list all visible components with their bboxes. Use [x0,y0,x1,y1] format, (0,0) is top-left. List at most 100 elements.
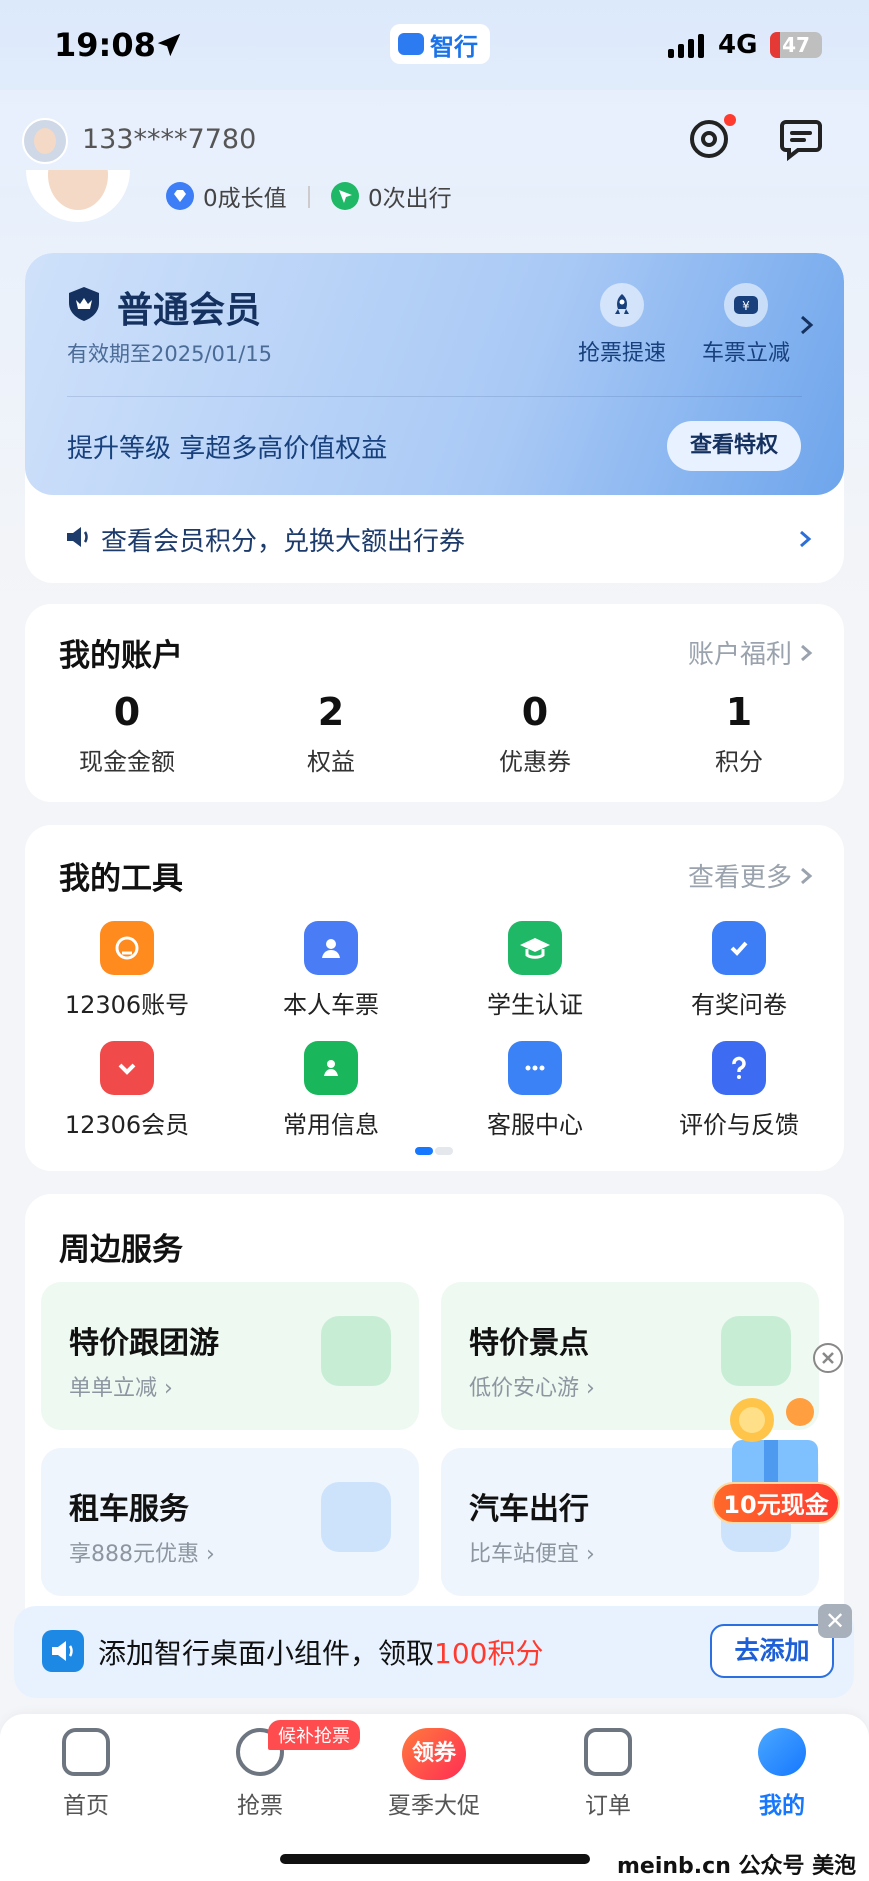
tool-label: 12306账号 [64,991,190,1019]
signal-icon [668,34,704,58]
tool-my-tickets[interactable]: 本人车票 [229,921,433,1020]
tab-mine[interactable]: 我的 [722,1728,842,1820]
location-arrow-icon [157,33,181,57]
tool-label: 12306会员 [64,1111,190,1139]
member-banner[interactable]: 普通会员 有效期至2025/01/15 抢票提速 ¥ 车票立减 提升等级 享超多… [25,253,844,495]
profile-icon [758,1728,806,1776]
tab-label: 抢票 [237,1793,283,1819]
status-bar: 19:08 智行 4G 47 [0,0,869,90]
perk-speed-label: 抢票提速 [577,341,666,366]
pager-dot [435,1147,453,1155]
service-title: 特价跟团游 [69,1326,219,1361]
app-switch-pill[interactable]: 智行 [390,24,490,64]
question-mark-icon [712,1041,766,1095]
home-indicator [280,1854,590,1864]
tool-survey[interactable]: 有奖问卷 [637,921,841,1020]
trips-label: 0次出行 [368,186,452,212]
tab-label: 订单 [585,1793,631,1819]
svg-text:¥: ¥ [742,299,750,313]
megaphone-icon [42,1630,84,1672]
view-privileges-button[interactable]: 查看特权 [667,421,801,471]
cash-value: 0 [113,690,141,734]
perk-ticket-discount[interactable]: ¥ 车票立减 [691,283,801,367]
account-points[interactable]: 1 积分 [637,690,841,777]
tool-label: 评价与反馈 [679,1111,799,1139]
tool-12306-account[interactable]: 12306账号 [25,921,229,1020]
widget-promo-text: 添加智行桌面小组件，领取100积分 [98,1637,544,1670]
watermark-text: meinb.cn 公众号 美泡君 [617,1854,857,1879]
coupons-label: 优惠券 [499,748,571,776]
member-level-title: 普通会员 [117,290,262,331]
member-promo-text: 提升等级 享超多高价值权益 [67,434,388,464]
service-title: 租车服务 [69,1492,189,1527]
tab-home[interactable]: 首页 [26,1728,146,1820]
service-subtitle: 低价安心游 › [469,1376,595,1401]
waitlist-badge: 候补抢票 [268,1720,360,1750]
add-widget-button[interactable]: 去添加 [710,1624,834,1678]
cash-label: 现金金额 [79,748,175,776]
tools-pager[interactable] [415,1147,453,1155]
service-group-tour[interactable]: 特价跟团游 单单立减 › [41,1282,419,1430]
tab-label: 我的 [759,1793,805,1819]
account-rights[interactable]: 2 权益 [229,690,433,777]
perk-speed-boost[interactable]: 抢票提速 [567,283,677,367]
points-value: 1 [725,690,753,734]
message-icon[interactable] [778,116,824,162]
tool-common-info[interactable]: 常用信息 [229,1041,433,1140]
tool-feedback[interactable]: 评价与反馈 [637,1041,841,1140]
member-card: 普通会员 有效期至2025/01/15 抢票提速 ¥ 车票立减 提升等级 享超多… [25,253,844,583]
scenery-icon [721,1316,791,1386]
notification-dot [724,114,736,126]
tool-label: 客服中心 [487,1111,583,1139]
tool-label: 本人车票 [283,991,379,1019]
service-subtitle: 比车站便宜 › [469,1542,595,1567]
cash-coupon-label[interactable]: 10元现金 [712,1482,840,1524]
app-label: 智行 [430,32,478,61]
tools-more-link[interactable]: 查看更多 [688,857,814,894]
service-subtitle: 单单立减 › [69,1376,173,1401]
pager-dot-active [415,1147,433,1155]
car-icon [321,1482,391,1552]
avatar[interactable] [22,118,68,164]
home-icon [62,1728,110,1776]
growth-stat[interactable]: 0成长值 [165,176,287,216]
service-title: 汽车出行 [469,1492,589,1527]
account-title: 我的账户 [59,638,183,674]
crown-shield-icon [69,287,99,321]
account-benefits-link[interactable]: 账户福利 [688,634,814,671]
trips-stat[interactable]: 0次出行 [330,176,452,216]
service-car-rental[interactable]: 租车服务 享888元优惠 › [41,1448,419,1596]
tab-label: 夏季大促 [388,1793,480,1819]
tab-orders[interactable]: 订单 [548,1728,668,1820]
widget-promo-banner[interactable]: 添加智行桌面小组件，领取100积分 去添加 [14,1606,854,1698]
status-time: 19:08 [54,26,156,64]
member-points-link[interactable]: 查看会员积分，兑换大额出行券 [25,495,844,583]
account-cash[interactable]: 0 现金金额 [25,690,229,777]
tool-customer-service[interactable]: 客服中心 [433,1041,637,1140]
speaker-icon [67,527,88,547]
tools-card: 我的工具 查看更多 12306账号 本人车票 学生认证 有奖问卷 12306会员 [25,825,844,1171]
close-icon[interactable]: ✕ [818,1604,852,1638]
close-icon[interactable] [812,1342,844,1374]
account-card: 我的账户 账户福利 0 现金金额 2 权益 0 优惠券 1 积分 [25,604,844,802]
network-type: 4G [718,30,758,60]
chevron-right-icon[interactable] [797,311,817,339]
tab-summer-sale[interactable]: 领券 夏季大促 [374,1728,494,1820]
points-label: 积分 [715,748,763,776]
tool-12306-member[interactable]: 12306会员 [25,1041,229,1140]
chat-bubble-icon [508,1041,562,1095]
battery-icon: 47 [770,32,822,58]
tool-label: 学生认证 [487,991,583,1019]
diamond-icon [166,182,194,210]
contact-info-icon [304,1041,358,1095]
orders-icon [584,1728,632,1776]
tool-student-verify[interactable]: 学生认证 [433,921,637,1020]
phone-number: 133****7780 [82,124,257,155]
yen-ticket-icon: ¥ [724,283,768,327]
account-coupons[interactable]: 0 优惠券 [433,690,637,777]
ticket-person-icon [304,921,358,975]
service-subtitle: 享888元优惠 › [69,1542,215,1567]
tool-label: 常用信息 [283,1111,379,1139]
rocket-icon [600,283,644,327]
app-logo-icon [398,33,424,55]
